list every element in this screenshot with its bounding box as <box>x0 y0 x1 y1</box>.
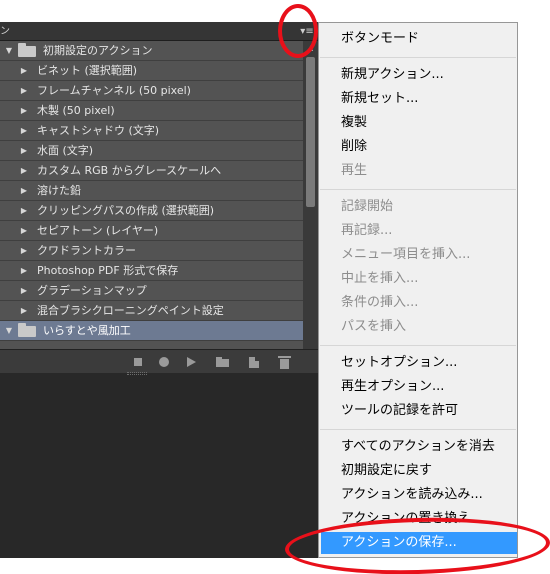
action-label: クワドラントカラー <box>37 244 136 257</box>
action-set-row[interactable]: ▼ 初期設定のアクション <box>0 41 303 61</box>
action-row[interactable]: ▶ キャストシャドウ (文字) <box>0 121 303 141</box>
action-label: いらすとや風加工 <box>43 324 131 337</box>
action-set-row[interactable]: ▼ いらすとや風加工 <box>0 321 303 341</box>
collapsed-triangle-icon[interactable]: ▶ <box>18 101 30 120</box>
menu-separator <box>320 189 516 190</box>
collapsed-triangle-icon[interactable]: ▶ <box>18 81 30 100</box>
actions-list: ▼ 初期設定のアクション ▶ ビネット (選択範囲) ▶ フレームチャンネル (50 pi… <box>0 41 303 363</box>
menu-item[interactable]: 複製 <box>319 112 517 134</box>
action-label: 木製 (50 pixel) <box>37 104 115 117</box>
action-label: フレームチャンネル (50 pixel) <box>37 84 191 97</box>
action-label: カスタム RGB からグレースケールへ <box>37 164 222 177</box>
action-row[interactable]: ▶ 水面 (文字) <box>0 141 303 161</box>
action-row[interactable]: ▶ 混合ブラシクローニングペイント設定 <box>0 301 303 321</box>
action-label: クリッピングパスの作成 (選択範囲) <box>37 204 215 217</box>
actions-panel: ン ▾≡ ▼ 初期設定のアクション ▶ ビネット (選択範囲) ▶ フレームチャンネル (… <box>0 22 318 558</box>
panel-tab-bar: ン ▾≡ <box>0 22 318 41</box>
collapsed-triangle-icon[interactable]: ▶ <box>18 161 30 180</box>
menu-item: 記録開始 <box>341 199 394 214</box>
trash-icon[interactable] <box>277 355 291 369</box>
menu-item[interactable]: 再生オプション... <box>319 376 517 398</box>
expand-triangle-icon[interactable]: ▼ <box>3 321 15 340</box>
panel-tab-label[interactable]: ン <box>0 24 10 40</box>
action-label: グラデーションマップ <box>37 284 147 297</box>
action-label: 溶けた鉛 <box>37 184 81 197</box>
menu-item[interactable]: ツールの記録を許可 <box>319 400 517 422</box>
play-icon[interactable] <box>184 355 198 369</box>
menu-item: 再生 <box>341 163 368 178</box>
collapsed-triangle-icon[interactable]: ▶ <box>18 281 30 300</box>
menu-item[interactable]: 新規アクション... <box>319 64 517 86</box>
panel-flyout-menu: ボタンモード 新規アクション... 新規セット... 複製 削除再生記録開始再記録...… <box>318 22 518 558</box>
menu-item[interactable]: すべてのアクションを消去 <box>319 436 517 458</box>
action-row[interactable]: ▶ フレームチャンネル (50 pixel) <box>0 81 303 101</box>
new-set-folder-icon[interactable] <box>215 355 229 369</box>
menu-item[interactable]: ボタンモード <box>319 28 517 50</box>
collapsed-triangle-icon[interactable]: ▶ <box>18 241 30 260</box>
record-icon[interactable] <box>157 355 171 369</box>
expand-triangle-icon[interactable]: ▼ <box>3 41 15 60</box>
menu-separator <box>320 429 516 430</box>
action-row[interactable]: ▶ クリッピングパスの作成 (選択範囲) <box>0 201 303 221</box>
stop-icon[interactable] <box>131 355 145 369</box>
folder-icon <box>18 43 36 57</box>
annotation-circle <box>278 4 318 58</box>
collapsed-triangle-icon[interactable]: ▶ <box>18 61 30 80</box>
new-action-icon[interactable] <box>247 355 261 369</box>
collapsed-triangle-icon[interactable]: ▶ <box>18 301 30 320</box>
actions-scrollbar[interactable]: ▲ ▼ <box>303 41 318 363</box>
action-label: Photoshop PDF 形式で保存 <box>37 264 179 277</box>
action-label: 水面 (文字) <box>37 144 94 157</box>
panel-bottom-toolbar <box>0 349 318 373</box>
action-row[interactable]: ▶ クワドラントカラー <box>0 241 303 261</box>
action-row[interactable]: ▶ 溶けた鉛 <box>0 181 303 201</box>
menu-item: パスを挿入 <box>341 319 407 334</box>
action-label: 初期設定のアクション <box>43 44 153 57</box>
action-label: キャストシャドウ (文字) <box>37 124 160 137</box>
folder-icon <box>18 323 36 337</box>
collapsed-triangle-icon[interactable]: ▶ <box>18 261 30 280</box>
action-row[interactable]: ▶ カスタム RGB からグレースケールへ <box>0 161 303 181</box>
action-label: 混合ブラシクローニングペイント設定 <box>37 304 224 317</box>
menu-item[interactable]: 新規セット... <box>319 88 517 110</box>
collapsed-triangle-icon[interactable]: ▶ <box>18 121 30 140</box>
resize-grip[interactable] <box>127 372 147 375</box>
menu-item: 中止を挿入... <box>341 271 419 286</box>
action-row[interactable]: ▶ 木製 (50 pixel) <box>0 101 303 121</box>
action-label: ビネット (選択範囲) <box>37 64 138 77</box>
scroll-thumb[interactable] <box>306 57 315 207</box>
collapsed-triangle-icon[interactable]: ▶ <box>18 141 30 160</box>
menu-separator <box>320 57 516 58</box>
collapsed-triangle-icon[interactable]: ▶ <box>18 221 30 240</box>
menu-separator <box>320 345 516 346</box>
action-label: セピアトーン (レイヤー) <box>37 224 159 237</box>
menu-item[interactable]: 初期設定に戻す <box>319 460 517 482</box>
collapsed-triangle-icon[interactable]: ▶ <box>18 201 30 220</box>
collapsed-triangle-icon[interactable]: ▶ <box>18 181 30 200</box>
menu-item: メニュー項目を挿入... <box>341 247 471 262</box>
action-row[interactable]: ▶ Photoshop PDF 形式で保存 <box>0 261 303 281</box>
menu-item[interactable]: アクションを読み込み... <box>319 484 517 506</box>
menu-item: 条件の挿入... <box>341 295 419 310</box>
menu-item[interactable]: セットオプション... <box>319 352 517 374</box>
action-row[interactable]: ▶ グラデーションマップ <box>0 281 303 301</box>
action-row[interactable]: ▶ ビネット (選択範囲) <box>0 61 303 81</box>
action-row[interactable]: ▶ セピアトーン (レイヤー) <box>0 221 303 241</box>
menu-item[interactable]: 削除 <box>319 136 517 158</box>
menu-item: 再記録... <box>341 223 393 238</box>
